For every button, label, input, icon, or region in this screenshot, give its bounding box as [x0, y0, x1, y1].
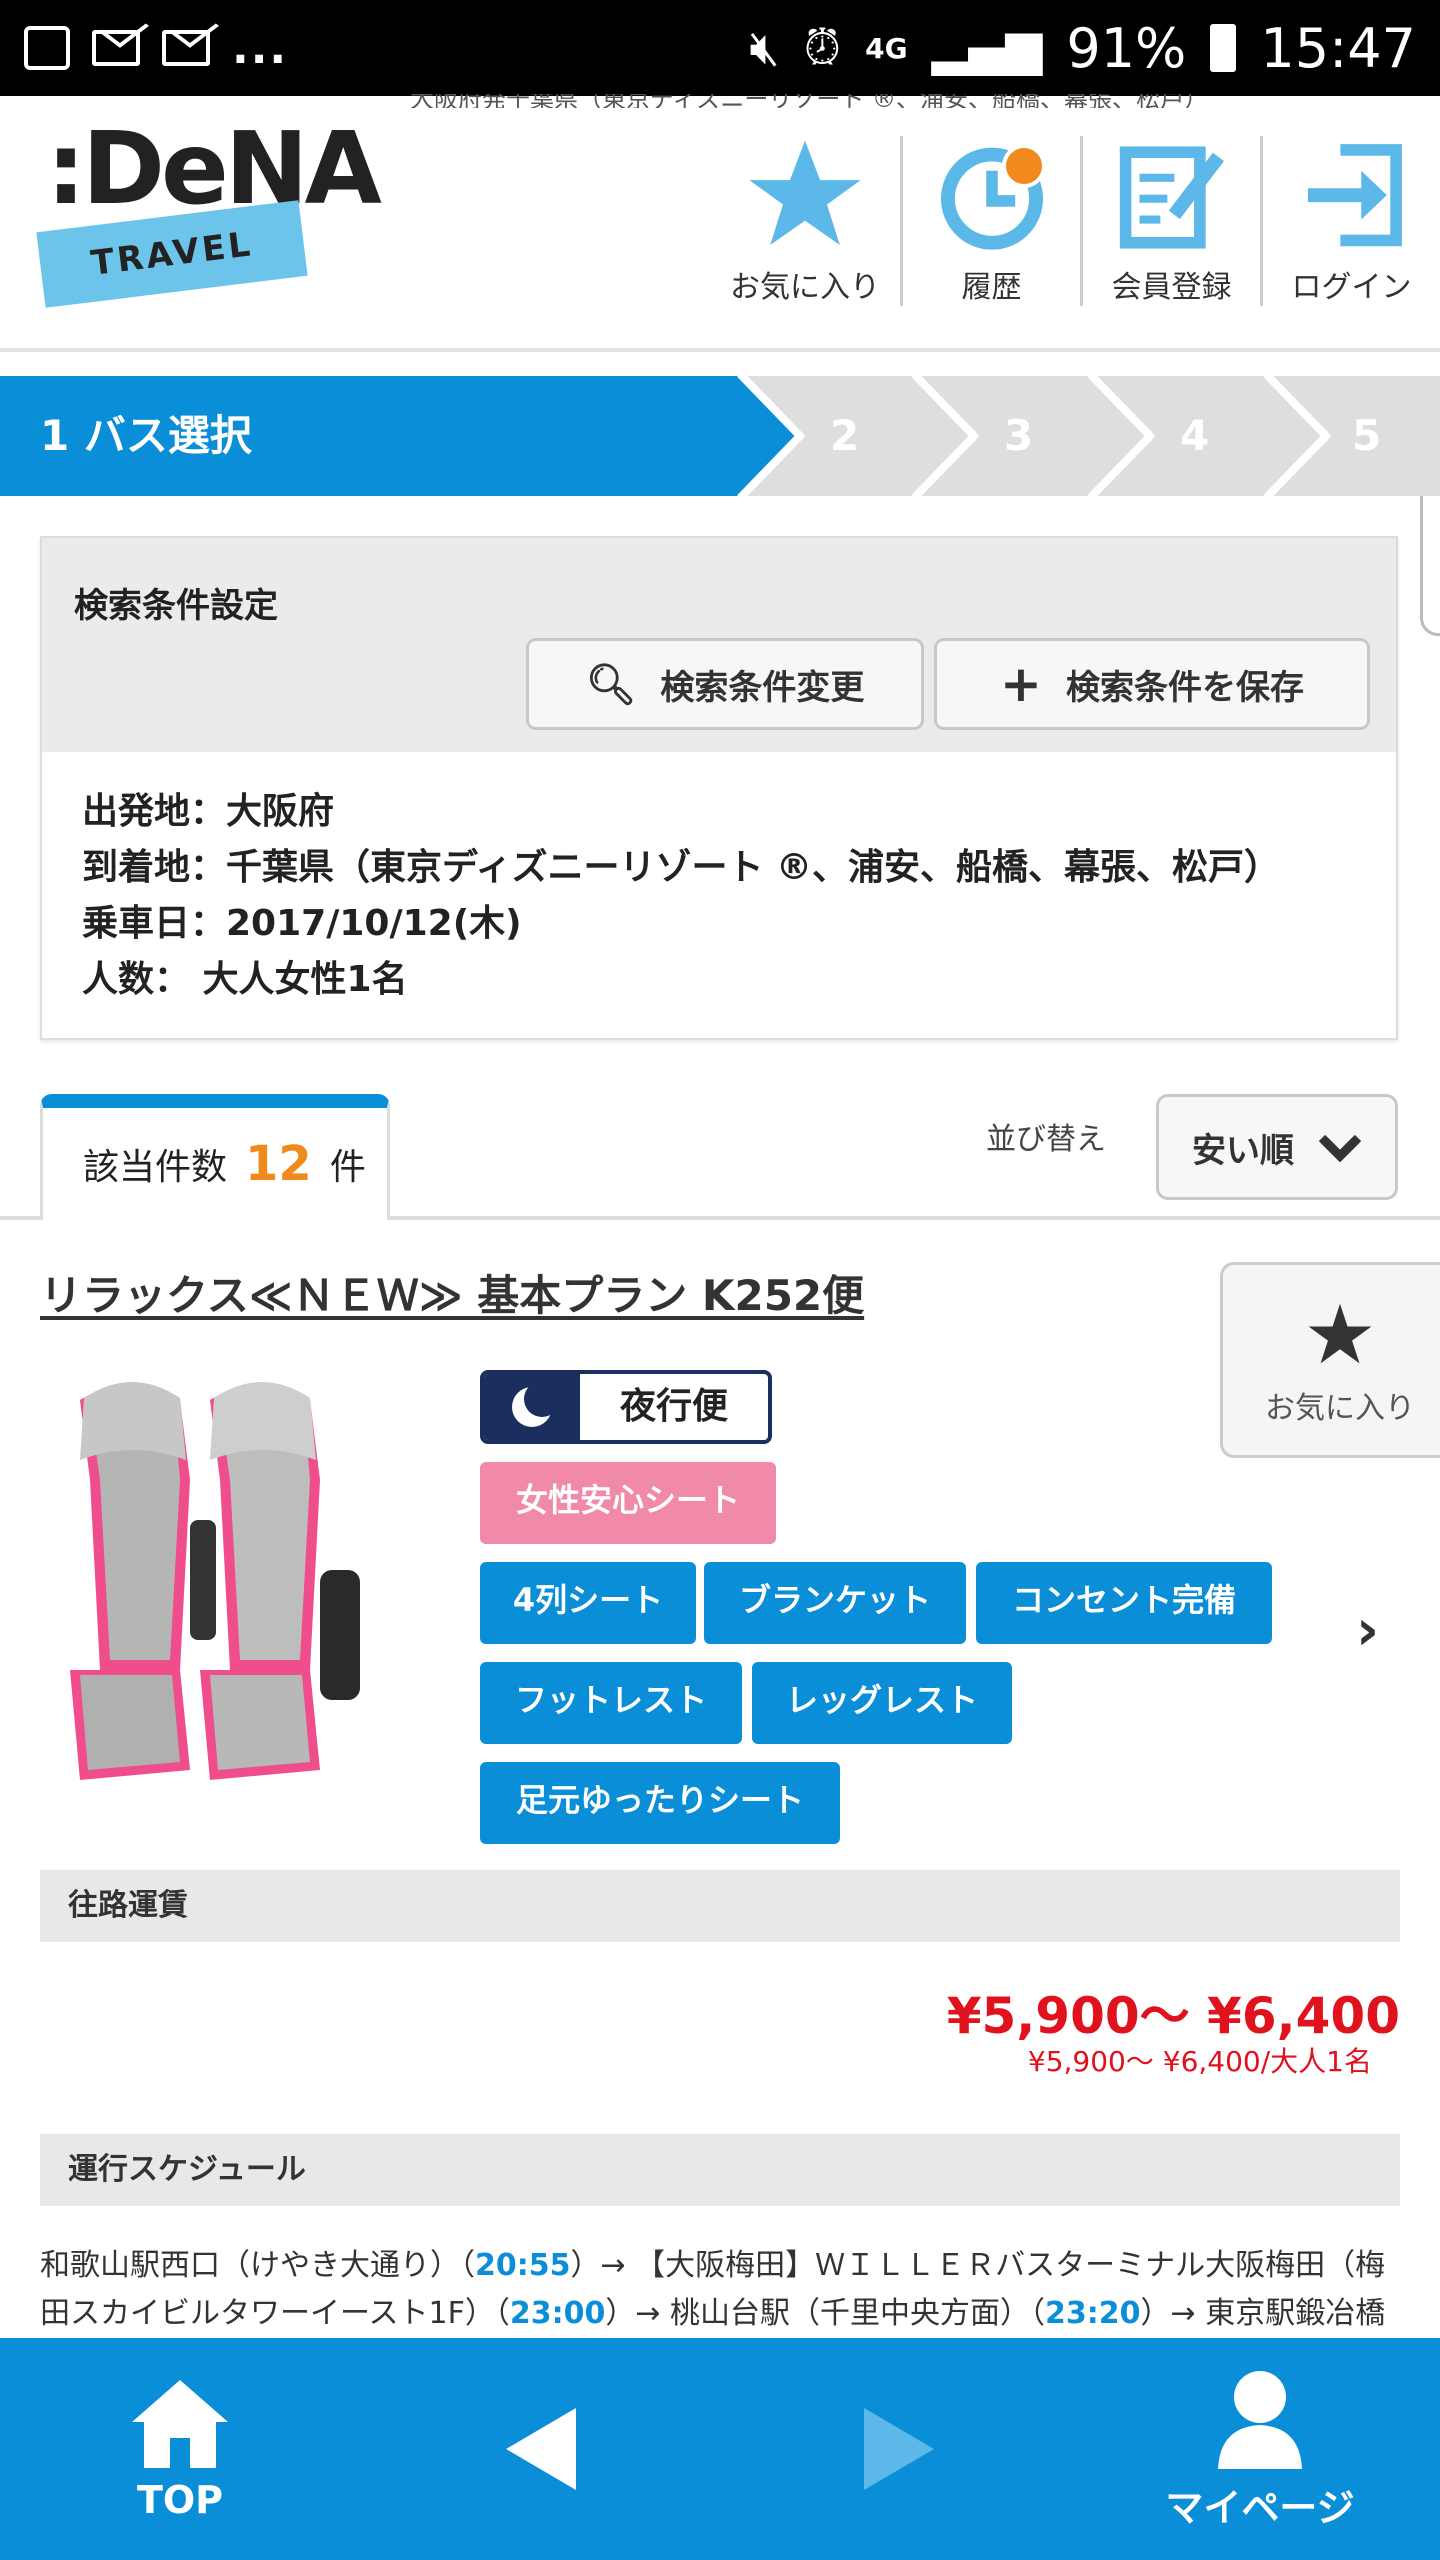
result-count: 12: [245, 1136, 312, 1192]
condition-passengers: 人数： 大人女性1名: [82, 959, 408, 1000]
change-conditions-label: 検索条件変更: [660, 667, 865, 708]
feature-tag: ブランケット: [704, 1562, 966, 1644]
step-3: 3: [1004, 411, 1034, 460]
sort-value: 安い順: [1192, 1130, 1294, 1171]
nav-login[interactable]: ログイン: [1260, 136, 1440, 306]
schedule-text: 和歌山駅西口（けやき大通り）（20:55）→ 【大阪梅田】ＷＩＬＬＥＲバスターミ…: [40, 2242, 1400, 2338]
sort-label: 並び替え: [986, 1122, 1106, 1157]
home-icon: [132, 2380, 228, 2468]
seat-photo: [40, 1370, 420, 1790]
chevron-right-icon[interactable]: ›: [1356, 1598, 1379, 1663]
site-header: 大阪府発千葉県（東京ディズニーリゾート ®、浦安、船橋、幕張、松戸） :DeNA…: [0, 94, 1440, 636]
schedule-stop: 和歌山駅西口（けやき大通り）（: [40, 2248, 475, 2283]
search-conditions-title: 検索条件設定: [74, 586, 278, 626]
nav-history[interactable]: 履歴: [900, 136, 1080, 306]
network-type: 4G: [865, 31, 908, 65]
schedule-section-header: 運行スケジュール: [40, 2134, 1400, 2206]
feature-tag: 4列シート: [480, 1562, 696, 1644]
search-conditions-body: 出発地：大阪府 到着地：千葉県（東京ディズニーリゾート ®、浦安、船橋、幕張、松…: [42, 752, 1396, 1040]
change-conditions-button[interactable]: 🔍︎ 検索条件変更: [526, 638, 924, 730]
sort-select[interactable]: 安い順: [1156, 1094, 1398, 1200]
feature-tag: 足元ゆったりシート: [480, 1762, 840, 1844]
search-icon: 🔍︎: [585, 661, 637, 708]
schedule-time: 20:55: [475, 2248, 571, 2283]
mail-icon: [92, 30, 140, 66]
nav-label: ログイン: [1291, 270, 1412, 305]
nav-mypage-label: マイページ: [1165, 2485, 1355, 2530]
back-button[interactable]: [480, 2338, 600, 2560]
condition-date: 乗車日：2017/10/12(木): [82, 903, 522, 944]
count-prefix: 該当件数: [83, 1147, 228, 1188]
logo-text: :DeNA: [46, 110, 382, 227]
header-nav: お気に入り 履歴 会員登録 ログイン: [710, 136, 1440, 306]
favorite-label: お気に入り: [1265, 1391, 1415, 1426]
bottom-nav: TOP マイページ: [0, 2338, 1440, 2560]
battery-percent: 91%: [1066, 16, 1187, 80]
back-arrow-icon: [506, 2408, 576, 2490]
star-icon: [749, 140, 861, 246]
save-conditions-label: 検索条件を保存: [1065, 667, 1304, 708]
nav-label: 履歴: [961, 270, 1022, 305]
condition-departure: 出発地：大阪府: [82, 791, 335, 832]
gmail-icon: [162, 30, 210, 66]
step-2: 2: [830, 411, 860, 460]
star-icon: ★: [1303, 1288, 1377, 1383]
price-per-person: ¥5,900〜 ¥6,400/大人1名: [1027, 2045, 1372, 2078]
nav-mypage-button[interactable]: マイページ: [1150, 2338, 1370, 2560]
feature-tag: レッグレスト: [752, 1662, 1012, 1744]
mute-icon: 🔇︎: [749, 19, 780, 76]
search-conditions-panel: 検索条件設定 🔍︎ 検索条件変更 + 検索条件を保存 出発地：大阪府 到着地：千…: [40, 536, 1398, 1040]
add-favorite-button[interactable]: ★ お気に入り: [1220, 1262, 1440, 1458]
save-conditions-button[interactable]: + 検索条件を保存: [934, 638, 1370, 730]
condition-arrival: 到着地：千葉県（東京ディズニーリゾート ®、浦安、船橋、幕張、松戸）: [82, 847, 1281, 888]
forward-button[interactable]: [840, 2338, 960, 2560]
night-bus-label: 夜行便: [619, 1386, 728, 1427]
nav-favorites[interactable]: お気に入り: [710, 136, 900, 306]
night-bus-badge: 夜行便: [480, 1370, 772, 1444]
plus-icon: +: [1000, 655, 1042, 713]
fare-section-header: 往路運賃: [40, 1870, 1400, 1942]
nav-top-label: TOP: [136, 2478, 224, 2522]
result-count-tab[interactable]: 該当件数 12 件: [40, 1094, 390, 1220]
search-conditions-header: 検索条件設定 🔍︎ 検索条件変更 + 検索条件を保存: [42, 538, 1396, 752]
progress-steps: 1 バス選択 2 3 4 5: [0, 376, 1440, 496]
register-icon: [1119, 146, 1224, 249]
chevron-down-icon: [1318, 1134, 1362, 1162]
feature-tag: フットレスト: [480, 1662, 742, 1744]
notification-dot: [1002, 144, 1046, 188]
step-5: 5: [1352, 411, 1382, 460]
schedule-stop: ）→ 東京駅鍛冶橋: [1140, 2296, 1386, 2331]
battery-icon: [1210, 24, 1237, 72]
plan-title-link[interactable]: リラックス≪ＮＥＷ≫ 基本プラン K252便: [40, 1262, 864, 1323]
login-icon: [1307, 144, 1402, 247]
signal-icon: ▂▄▆: [931, 20, 1043, 76]
clock-time: 15:47: [1260, 16, 1416, 80]
schedule-time: 23:20: [1045, 2296, 1141, 2331]
nav-register[interactable]: 会員登録: [1080, 136, 1260, 306]
nav-label: 会員登録: [1111, 270, 1232, 305]
user-icon: [1218, 2370, 1302, 2469]
feature-tag: コンセント完備: [976, 1562, 1272, 1644]
nav-label: お気に入り: [730, 270, 880, 305]
nav-top-button[interactable]: TOP: [100, 2338, 260, 2560]
step-1-active: 1 バス選択: [0, 376, 800, 496]
more-notifications: ...: [232, 22, 289, 74]
alarm-icon: ⏰︎: [803, 19, 842, 76]
schedule-time: 23:00: [509, 2296, 606, 2331]
forward-arrow-icon: [864, 2408, 934, 2490]
scrolled-title-line: 大阪府発千葉県（東京ディズニーリゾート ®、浦安、船橋、幕張、松戸）: [410, 94, 1208, 108]
schedule-stop: ）→ 桃山台駅（千里中央方面）（: [605, 2296, 1046, 2331]
price-range: ¥5,900〜 ¥6,400: [946, 1987, 1400, 2045]
dena-travel-logo[interactable]: :DeNA TRAVEL: [36, 110, 382, 308]
count-suffix: 件: [329, 1147, 366, 1188]
status-bar: ... 🔇︎ ⏰︎ 4G ▂▄▆ 91% 15:47: [0, 0, 1440, 96]
step-4: 4: [1180, 411, 1210, 460]
moon-icon: [484, 1374, 580, 1440]
women-seat-tag: 女性安心シート: [480, 1462, 776, 1544]
step-1-label: 1 バス選択: [40, 411, 252, 460]
contact-icon: [24, 26, 70, 70]
